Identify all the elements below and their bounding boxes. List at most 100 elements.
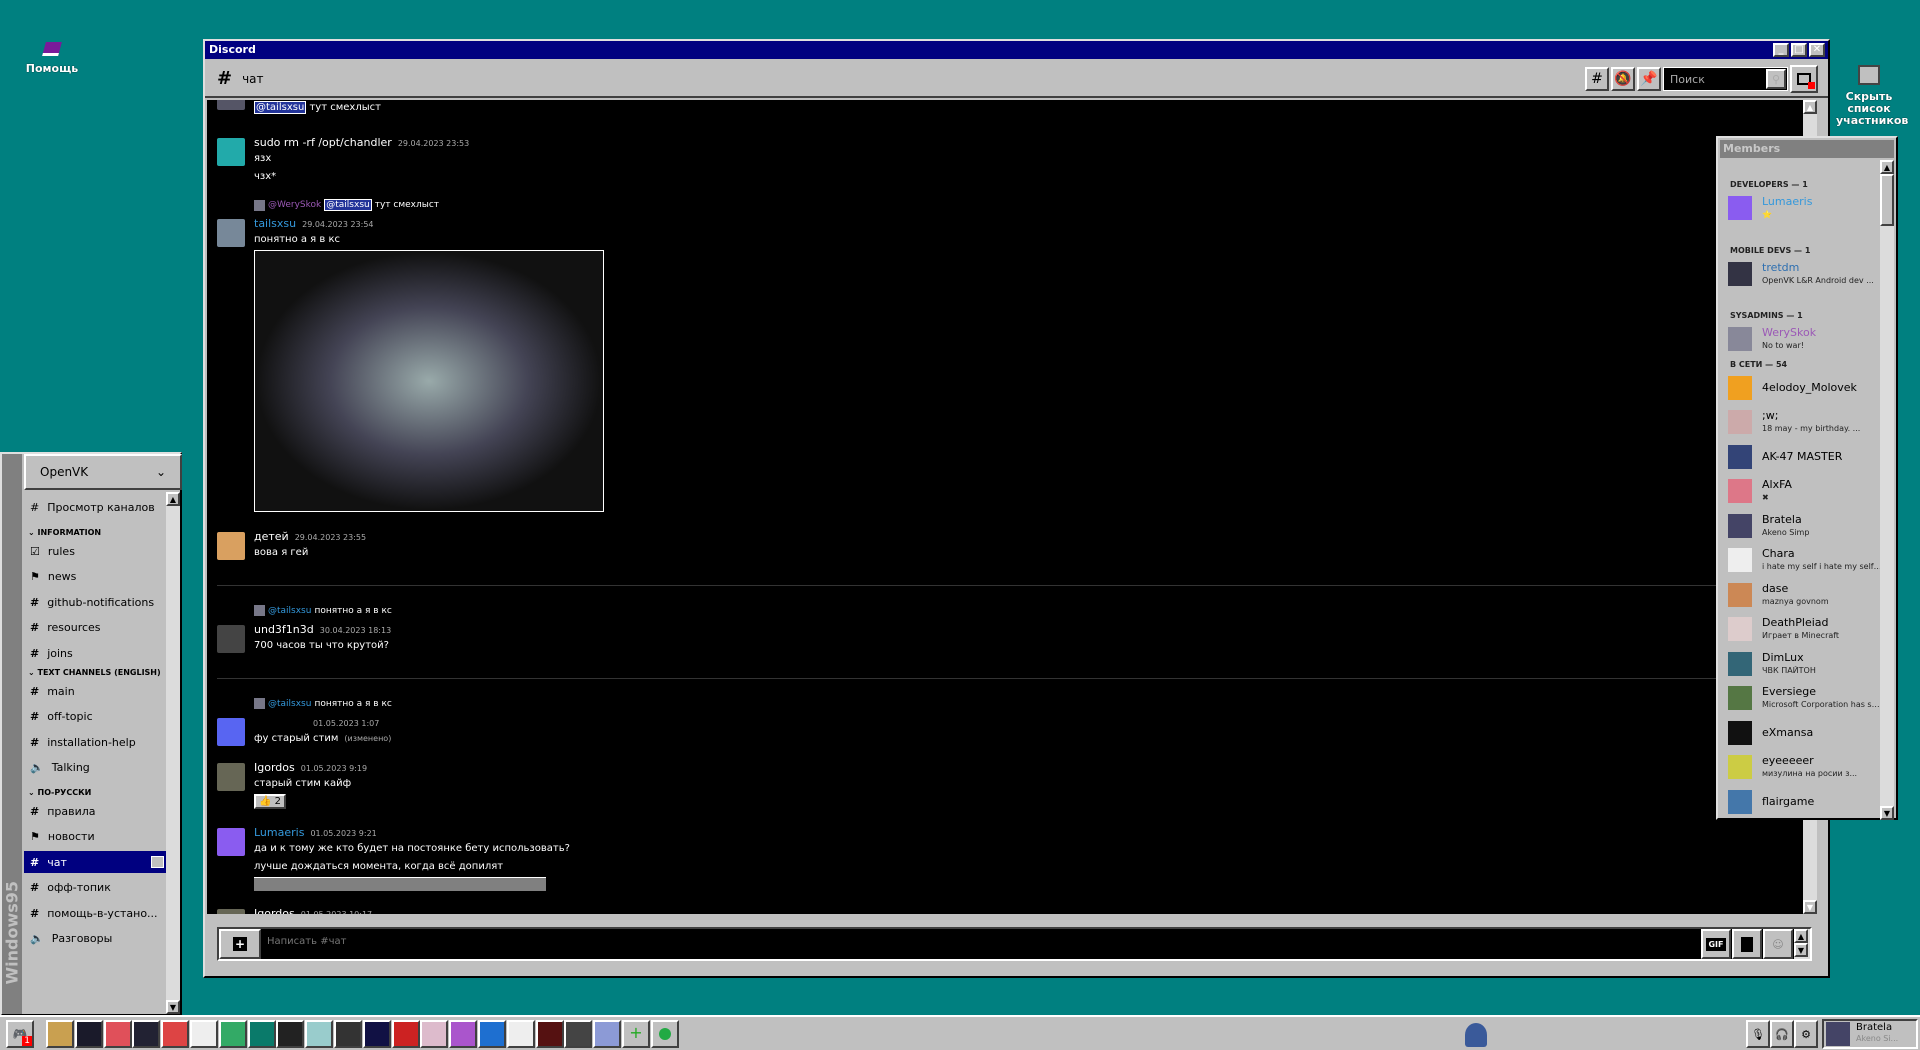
avatar[interactable] (217, 625, 245, 653)
member-item[interactable]: tretdm OpenVK L&R Android dev ... (1728, 260, 1878, 288)
scroll-up-button[interactable]: ▲ (1803, 100, 1817, 114)
channel-офф-топик[interactable]: # офф-топик (24, 877, 168, 899)
channel-main[interactable]: # main (24, 680, 168, 702)
sidebar-scrollbar[interactable]: ▲ ▼ (166, 492, 180, 1014)
member-item[interactable]: Chara i hate my self i hate my self i ... (1728, 546, 1882, 574)
server-icon[interactable] (334, 1020, 362, 1048)
close-button[interactable]: ✕ (1809, 43, 1825, 57)
channel-rules[interactable]: ☑ rules (24, 540, 168, 562)
server-icon[interactable] (305, 1020, 334, 1048)
server-dropdown[interactable]: OpenVK ⌄ (24, 454, 182, 490)
avatar[interactable] (217, 138, 245, 166)
server-icon[interactable] (132, 1020, 161, 1048)
channel-news[interactable]: ⚑ news (24, 566, 168, 588)
sidebar-scroll-down[interactable]: ▼ (166, 1000, 180, 1014)
avatar[interactable] (217, 219, 245, 247)
minimize-button[interactable]: _ (1773, 43, 1789, 57)
author-name[interactable]: детей (254, 530, 289, 543)
settings-button[interactable]: ⚙ (1794, 1020, 1818, 1048)
add-server-button[interactable]: + (622, 1020, 650, 1048)
mic-button[interactable]: 🎙 (1746, 1020, 1770, 1048)
headphones-button[interactable]: 🎧 (1770, 1020, 1794, 1048)
help-desktop-icon[interactable]: Помощь (22, 42, 82, 75)
member-item[interactable]: Lumaeris ⭐ (1728, 194, 1878, 222)
avatar[interactable] (217, 909, 245, 914)
reply-user[interactable]: @tailsxsu (268, 699, 311, 709)
channel-Разговоры[interactable]: 🔈 Разговоры (24, 928, 168, 950)
sidebar-scroll-up[interactable]: ▲ (166, 492, 180, 506)
server-icon[interactable] (218, 1020, 247, 1048)
server-icon[interactable] (535, 1020, 564, 1048)
pins-button[interactable]: 📌 (1637, 67, 1661, 91)
input-scroll-down[interactable]: ▼ (1794, 943, 1808, 957)
attach-button[interactable]: + (219, 929, 261, 959)
message-input[interactable]: + Написать #чат GIF ☺ ▲ ▼ (217, 927, 1812, 961)
member-item[interactable]: AK-47 MASTER (1728, 443, 1878, 471)
author-name[interactable]: Lumaeris (254, 826, 304, 839)
server-icon[interactable] (74, 1020, 103, 1048)
explore-servers-button[interactable] (650, 1020, 679, 1048)
category-header[interactable]: ⌄ INFORMATION (28, 528, 101, 537)
channel-чат[interactable]: # чат (24, 851, 168, 873)
members-scroll-thumb[interactable] (1880, 174, 1894, 226)
server-icon[interactable] (247, 1020, 276, 1048)
members-scroll-up[interactable]: ▲ (1880, 160, 1894, 174)
search-button[interactable]: ⚲ (1766, 69, 1786, 89)
reaction-button[interactable]: 👍 2 (254, 794, 287, 809)
file-button[interactable] (1732, 929, 1762, 959)
channel-Talking[interactable]: 🔈 Talking (24, 757, 168, 779)
server-icon[interactable] (506, 1020, 535, 1048)
member-item[interactable]: 4elodoy_Molovek (1728, 374, 1878, 402)
member-item[interactable]: eyeeeeer мизулина на росии з... (1728, 753, 1878, 781)
author-name[interactable]: und3f1n3d (254, 623, 314, 636)
channel-off-topic[interactable]: # off-topic (24, 706, 168, 728)
server-icon[interactable] (420, 1020, 449, 1048)
author-name[interactable]: Igordos (254, 907, 295, 914)
mute-button[interactable]: 🔕 (1611, 67, 1635, 91)
image-attachment[interactable] (254, 250, 604, 512)
channel-новости[interactable]: ⚑ новости (24, 826, 168, 848)
search-input[interactable]: Поиск ⚲ (1663, 67, 1788, 91)
author-name[interactable]: Igordos (254, 761, 295, 774)
threads-button[interactable]: # (1585, 67, 1609, 91)
server-icon[interactable] (46, 1020, 74, 1048)
server-icon[interactable] (564, 1020, 593, 1048)
member-item[interactable]: Eversiege Microsoft Corporation has su... (1728, 684, 1882, 712)
member-item[interactable]: flairgame (1728, 788, 1878, 816)
member-item[interactable]: AlxFA ✖ (1728, 477, 1878, 505)
members-scrollbar[interactable]: ▲ ▼ (1880, 160, 1894, 820)
author-name[interactable]: tailsxsu (254, 217, 296, 230)
reply-preview[interactable]: @tailsxsu понятно а я в кс (254, 698, 392, 709)
input-scroll-up[interactable]: ▲ (1794, 929, 1808, 943)
server-icon[interactable] (362, 1020, 391, 1048)
avatar[interactable] (217, 828, 245, 856)
reply-user[interactable]: @tailsxsu (268, 606, 311, 616)
reply-preview[interactable]: @tailsxsu понятно а я в кс (254, 605, 392, 616)
category-header[interactable]: ⌄ TEXT CHANNELS (ENGLISH) (28, 668, 161, 677)
channel-joins[interactable]: # joins (24, 642, 168, 664)
invite-icon[interactable] (151, 856, 164, 868)
author-name[interactable]: sudo rm -rf /opt/chandler (254, 136, 392, 149)
channel-правила[interactable]: # правила (24, 800, 168, 822)
scroll-down-button[interactable]: ▼ (1803, 900, 1817, 914)
discord-home-button[interactable]: 🎮 1 (6, 1020, 34, 1048)
server-icon[interactable] (161, 1020, 190, 1048)
browse-channels[interactable]: # Просмотр каналов (24, 496, 168, 518)
server-icon[interactable] (449, 1020, 478, 1048)
member-item[interactable]: DimLux ЧВК ПАЙТОН (1728, 650, 1878, 678)
channel-resources[interactable]: # resources (24, 617, 168, 639)
server-icon[interactable] (391, 1020, 420, 1048)
server-icon[interactable] (478, 1020, 506, 1048)
member-item[interactable]: ;w; 18 may - my birthday. ... (1728, 408, 1878, 436)
server-icon[interactable] (276, 1020, 305, 1048)
mention[interactable]: @tailsxsu (324, 199, 372, 211)
member-item[interactable]: dase maznya govnom (1728, 581, 1878, 609)
members-scroll-down[interactable]: ▼ (1880, 806, 1894, 820)
maximize-button[interactable]: □ (1791, 43, 1807, 57)
mention[interactable]: @tailsxsu (254, 101, 307, 114)
channel-помощь-в-устано...[interactable]: # помощь-в-устано... (24, 902, 168, 924)
inbox-button[interactable] (1790, 65, 1818, 93)
member-item[interactable]: WerySkok No to war! (1728, 325, 1878, 353)
gif-button[interactable]: GIF (1701, 929, 1731, 959)
user-panel[interactable]: Bratela Akeno Si... (1822, 1019, 1918, 1049)
